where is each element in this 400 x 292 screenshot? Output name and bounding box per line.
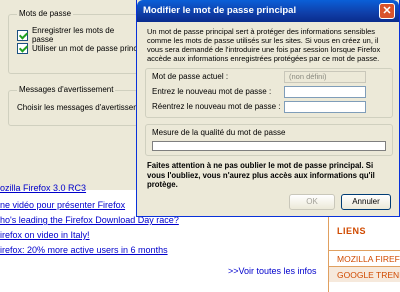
use-master-password-checkbox[interactable]: Utiliser un mot de passe principal xyxy=(17,43,150,54)
warnings-group: Messages d'avertissement Choisir les mes… xyxy=(8,85,151,126)
sidebar-link-google-trends[interactable]: GOOGLE TRENDS xyxy=(329,266,400,282)
forget-warning-text: Faites attention à ne pas oublier le mot… xyxy=(147,161,375,189)
dialog-title: Modifier le mot de passe principal xyxy=(143,5,297,16)
password-quality-meter xyxy=(152,141,386,151)
ok-button[interactable]: OK xyxy=(289,194,335,210)
see-all-news-link[interactable]: >>Voir toutes les infos xyxy=(228,266,317,276)
choose-warnings-label: Choisir les messages d'avertissement xyxy=(17,103,152,112)
current-password-field: (non défini) xyxy=(284,71,366,83)
remember-passwords-label: Enregistrer les mots de passe xyxy=(31,26,115,44)
sidebar-title: LIENS xyxy=(337,226,367,236)
confirm-password-field[interactable] xyxy=(284,101,366,113)
use-master-password-label: Utiliser un mot de passe principal xyxy=(32,44,150,53)
links-sidebar: LIENS MOZILLA FIREFOX GOOGLE TRENDS xyxy=(328,214,400,292)
master-password-dialog: Modifier le mot de passe principal ✕ Un … xyxy=(136,0,400,217)
password-quality-label: Mesure de la qualité du mot de passe xyxy=(152,128,286,137)
dialog-intro-text: Un mot de passe principal sert à protége… xyxy=(147,27,381,63)
news-link[interactable]: ne vidéo pour présenter Firefox xyxy=(0,200,125,210)
password-quality-group: Mesure de la qualité du mot de passe xyxy=(145,124,393,156)
warnings-group-label: Messages d'avertissement xyxy=(17,85,116,94)
new-password-label: Entrez le nouveau mot de passe : xyxy=(152,87,272,96)
sidebar-link-mozilla-firefox[interactable]: MOZILLA FIREFOX xyxy=(329,250,400,266)
news-link[interactable]: irefox: 20% more active users in 6 month… xyxy=(0,245,168,255)
password-fields-group: Mot de passe actuel : (non défini) Entre… xyxy=(145,68,393,118)
cancel-button[interactable]: Annuler xyxy=(341,194,391,210)
news-link[interactable]: irefox on video in Italy! xyxy=(0,230,90,240)
remember-passwords-checkbox[interactable]: Enregistrer les mots de passe xyxy=(17,26,137,44)
dialog-titlebar[interactable]: Modifier le mot de passe principal ✕ xyxy=(137,0,399,22)
new-password-field[interactable] xyxy=(284,86,366,98)
news-link[interactable]: ozilla Firefox 3.0 RC3 xyxy=(0,183,86,193)
confirm-password-label: Réentrez le nouveau mot de passe : xyxy=(152,102,281,111)
close-button[interactable]: ✕ xyxy=(379,3,395,19)
checkbox-icon[interactable] xyxy=(17,43,28,54)
passwords-group: Mots de passe Enregistrer les mots de pa… xyxy=(8,9,150,74)
current-password-label: Mot de passe actuel : xyxy=(152,72,229,81)
passwords-group-label: Mots de passe xyxy=(17,9,74,18)
checkbox-icon[interactable] xyxy=(17,29,28,41)
